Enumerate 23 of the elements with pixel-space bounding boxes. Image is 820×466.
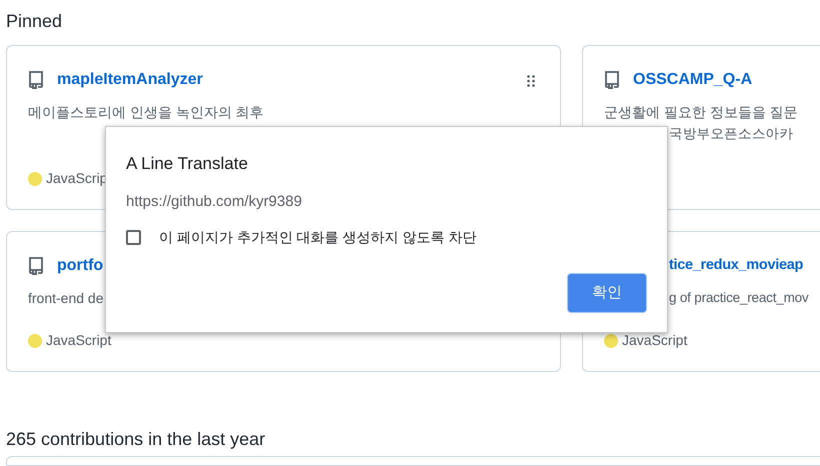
repo-icon — [604, 71, 620, 89]
dialog-title: A Line Translate — [126, 153, 249, 175]
repo-title-link[interactable]: OSSCAMP_Q-A — [633, 68, 752, 92]
repo-title-link[interactable]: tice_redux_movieap — [669, 255, 804, 277]
repo-description: front-end de — [28, 289, 104, 308]
drag-handle-icon[interactable] — [527, 75, 535, 87]
language-label: JavaScript — [46, 331, 112, 350]
repo-icon — [28, 71, 44, 89]
language-label: JavaScrip — [46, 169, 108, 188]
dialog-url: https://github.com/kyr9389 — [126, 192, 303, 212]
repo-title-link[interactable]: portfo — [57, 254, 104, 278]
contributions-heading: 265 contributions in the last year — [6, 428, 266, 451]
block-checkbox[interactable] — [126, 230, 141, 245]
section-title: Pinned — [6, 10, 64, 33]
repo-title-link[interactable]: mapleItemAnalyzer — [57, 68, 203, 92]
language-label: JavaScript — [622, 331, 688, 350]
repo-description: g of practice_react_mov — [669, 289, 808, 307]
repo-description: 국방부오픈소스아카 — [669, 125, 794, 143]
checkbox-label: 이 페이지가 추가적인 대화를 생성하지 않도록 차단 — [159, 228, 476, 247]
repo-icon — [28, 257, 44, 275]
confirm-button[interactable]: 확인 — [567, 273, 647, 313]
repo-description: 군생활에 필요한 정보들을 질문 — [604, 103, 798, 122]
repo-description: 메이플스토리에 인생을 녹인자의 최후 — [28, 103, 264, 122]
